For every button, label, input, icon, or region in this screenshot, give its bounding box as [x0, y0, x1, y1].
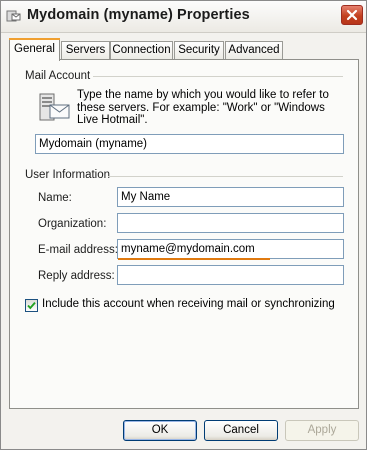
mail-account-heading: Mail Account	[25, 70, 91, 82]
email-highlight-underline	[118, 258, 270, 260]
mail-properties-icon	[6, 10, 21, 22]
organization-field[interactable]	[117, 213, 344, 233]
name-field[interactable]: My Name	[117, 187, 344, 207]
user-information-divider	[108, 176, 343, 177]
ok-button[interactable]: OK	[123, 420, 197, 441]
reply-address-label: Reply address:	[38, 270, 115, 282]
tab-strip: General Servers Connection Security Adva…	[9, 38, 359, 61]
window-title: Mydomain (myname) Properties	[27, 7, 250, 23]
tab-general[interactable]: General	[9, 38, 60, 61]
mail-server-icon	[39, 93, 70, 121]
email-label: E-mail address:	[38, 244, 118, 256]
user-information-heading: User Information	[25, 169, 111, 181]
name-label: Name:	[38, 192, 72, 204]
account-name-field[interactable]: Mydomain (myname)	[35, 134, 344, 154]
tab-advanced[interactable]: Advanced	[225, 41, 283, 59]
mail-account-divider	[93, 76, 343, 77]
reply-address-field[interactable]	[117, 265, 344, 285]
cancel-button[interactable]: Cancel	[204, 420, 278, 441]
include-account-checkbox[interactable]	[25, 299, 38, 312]
checkmark-icon	[27, 301, 36, 310]
apply-button[interactable]: Apply	[285, 420, 359, 441]
mail-account-description: Type the name by which you would like to…	[77, 89, 329, 126]
close-icon	[346, 9, 358, 21]
properties-dialog: Mydomain (myname) Properties General Ser…	[0, 0, 367, 450]
title-bar[interactable]: Mydomain (myname) Properties	[1, 1, 366, 33]
include-account-label[interactable]: Include this account when receiving mail…	[42, 298, 335, 310]
email-field[interactable]: myname@mydomain.com	[117, 239, 344, 259]
tab-connection[interactable]: Connection	[110, 41, 173, 59]
organization-label: Organization:	[38, 218, 107, 230]
tab-servers[interactable]: Servers	[61, 41, 110, 59]
close-button[interactable]	[341, 5, 363, 25]
tab-security[interactable]: Security	[174, 41, 224, 59]
